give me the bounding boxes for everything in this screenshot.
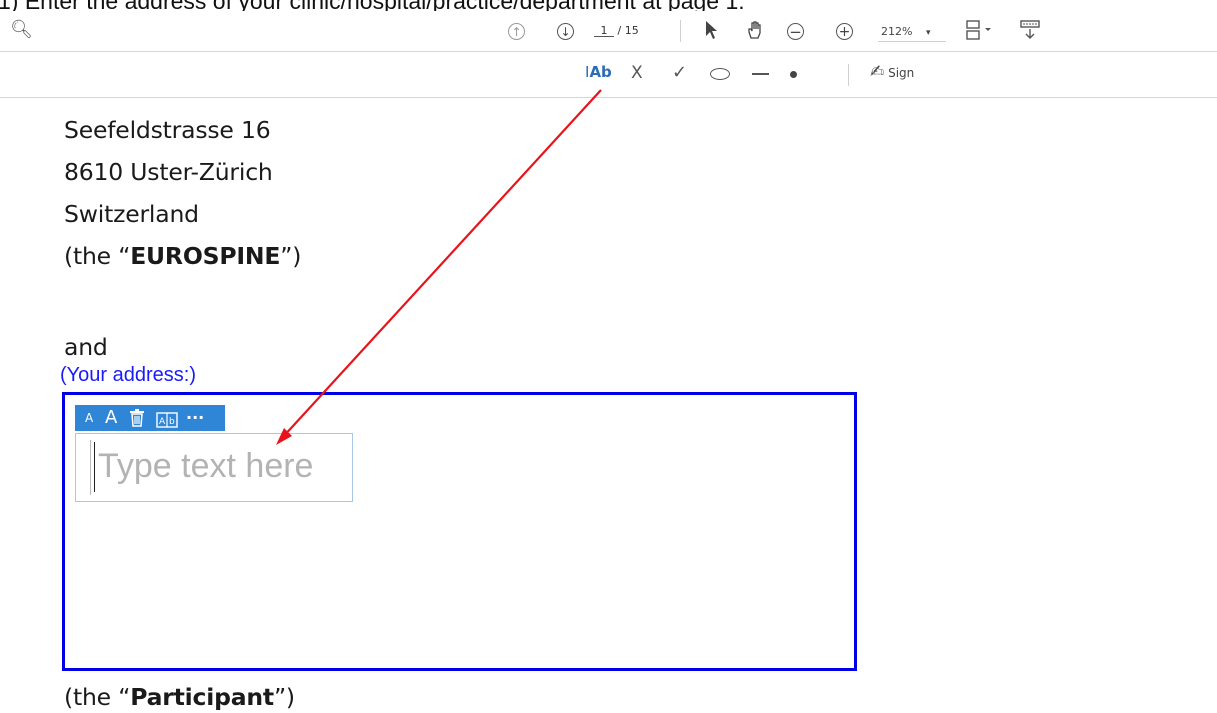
page-number-field[interactable]: 1 / 15 [594, 25, 639, 37]
text-field-edge [90, 440, 91, 495]
eurospine-definition: (the “EUROSPINE”) [64, 242, 301, 270]
definition-prefix: (the “ [64, 242, 131, 270]
pdf-toolbar: 🔍︎ ↑ ↓ 1 / 15 − + 212% ▾ [0, 11, 1217, 52]
sign-button[interactable]: ✍ Sign [870, 64, 914, 81]
ellipse-tool-icon[interactable] [710, 68, 730, 80]
toolbar-divider [680, 20, 681, 42]
svg-text:b: b [169, 417, 175, 427]
zoom-underline [878, 41, 946, 42]
dot-tool-icon[interactable] [790, 71, 797, 78]
definition-suffix: ”) [280, 242, 302, 270]
definition-term: EUROSPINE [130, 242, 281, 270]
line-tool-icon[interactable] [752, 73, 769, 75]
definition-prefix: (the “ [64, 683, 131, 711]
cross-mark-tool[interactable]: X [631, 65, 643, 82]
text-field-placeholder: Type text here [98, 447, 314, 485]
scroll-mode-icon[interactable] [1019, 19, 1041, 44]
add-text-tool[interactable]: IAb [585, 65, 612, 80]
more-options-button[interactable]: ··· [186, 405, 204, 431]
fill-sign-toolbar: IAb X ✓ ✍ Sign [0, 52, 1217, 98]
next-page-icon[interactable]: ↓ [557, 23, 574, 40]
address-city: 8610 Uster-Zürich [64, 158, 273, 186]
toolbar-divider [848, 64, 849, 86]
page-total: / 15 [617, 24, 639, 37]
delete-icon[interactable] [129, 409, 145, 435]
decrease-font-button[interactable]: A [85, 405, 93, 431]
zoom-in-icon[interactable]: + [836, 23, 853, 40]
increase-font-button[interactable]: A [105, 405, 117, 431]
sign-label: Sign [888, 66, 915, 80]
page-current[interactable]: 1 [594, 25, 614, 37]
participant-definition: (the “Participant”) [64, 683, 295, 711]
select-tool-icon[interactable] [704, 20, 718, 44]
your-address-label: (Your address:) [60, 364, 196, 386]
definition-term: Participant [130, 683, 274, 711]
chevron-down-icon: ▾ [925, 28, 931, 38]
text-format-toolbar: A A Ab ··· [75, 405, 225, 431]
zoom-level[interactable]: 212% ▾ [881, 26, 930, 38]
text-caret [94, 442, 95, 492]
zoom-value: 212% [881, 25, 913, 38]
checkmark-tool[interactable]: ✓ [672, 64, 687, 82]
zoom-out-icon[interactable]: − [787, 23, 804, 41]
hand-tool-icon[interactable] [745, 20, 765, 44]
add-text-label: Ab [589, 63, 612, 81]
find-icon[interactable]: 🔍︎ [10, 21, 33, 39]
address-street: Seefeldstrasse 16 [64, 116, 271, 144]
svg-text:A: A [159, 417, 166, 427]
address-country: Switzerland [64, 200, 199, 228]
arrow-line [281, 89, 602, 439]
definition-suffix: ”) [273, 683, 295, 711]
pen-signature-icon: ✍ [870, 62, 885, 82]
and-text: and [64, 333, 108, 361]
previous-page-icon[interactable]: ↑ [508, 23, 525, 40]
page-display-icon[interactable] [965, 19, 993, 44]
